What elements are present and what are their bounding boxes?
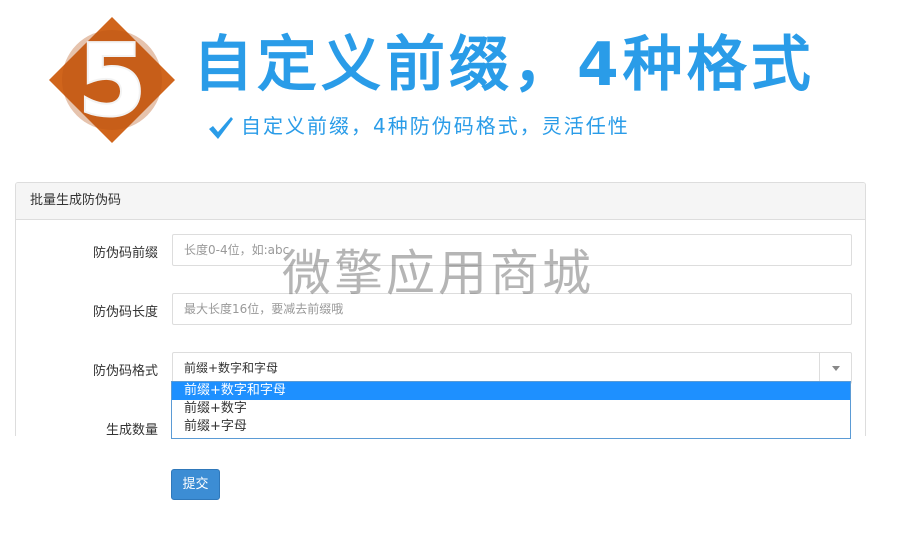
chevron-down-icon[interactable] xyxy=(819,353,851,383)
watermark: 微擎应用商城 xyxy=(282,245,595,302)
panel-heading: 批量生成防伪码 xyxy=(16,183,865,220)
format-dropdown-list: 前缀+数字和字母 前缀+数字 前缀+字母 xyxy=(171,381,851,439)
quantity-label: 生成数量 xyxy=(105,423,158,436)
submit-button[interactable]: 提交 xyxy=(171,469,220,500)
banner-subtitle: 自定义前缀，4种防伪码格式，灵活任性 xyxy=(241,114,630,138)
format-label: 防伪码格式 xyxy=(92,364,158,379)
number-badge: 5 xyxy=(49,17,175,143)
prefix-label: 防伪码前缀 xyxy=(92,246,158,261)
badge-number: 5 xyxy=(77,22,147,139)
format-option[interactable]: 前缀+数字 xyxy=(172,400,850,418)
checkmark-icon xyxy=(209,117,233,139)
format-option[interactable]: 前缀+数字和字母 xyxy=(172,382,850,400)
format-selected-value: 前缀+数字和字母 xyxy=(184,361,279,375)
format-select[interactable]: 前缀+数字和字母 xyxy=(172,352,852,384)
length-label: 防伪码长度 xyxy=(92,305,158,320)
banner-title: 自定义前缀，4种格式 xyxy=(193,30,815,100)
format-option[interactable]: 前缀+字母 xyxy=(172,418,850,436)
